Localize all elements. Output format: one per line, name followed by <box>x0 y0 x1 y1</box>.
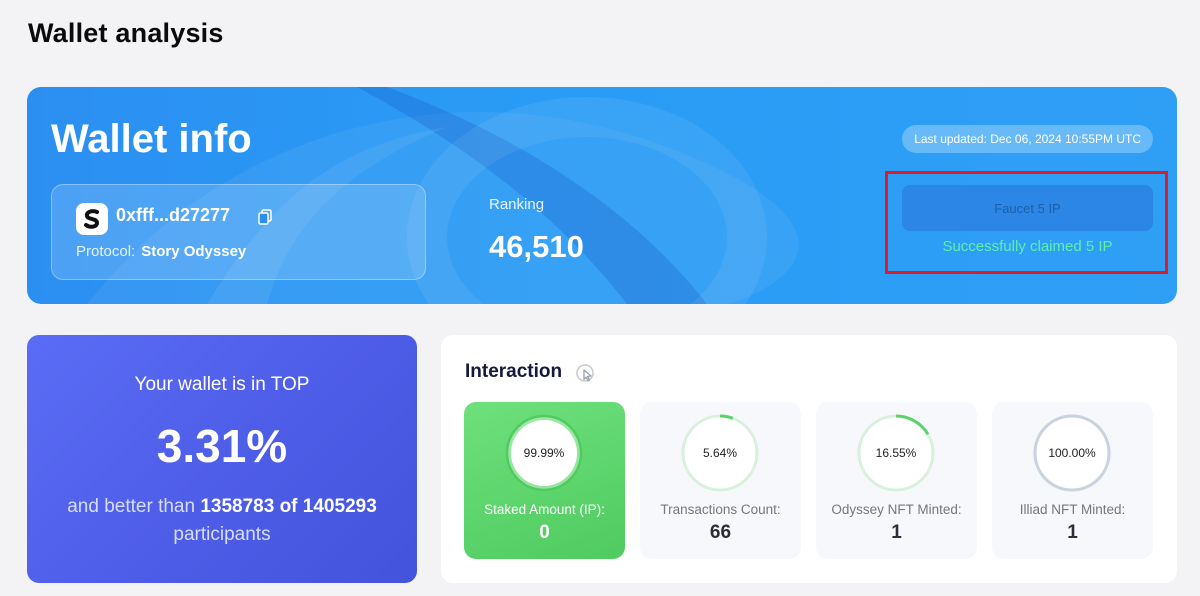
stat-transactions-count: 5.64% Transactions Count: 66 <box>640 402 801 559</box>
protocol-row: Protocol: Story Odyssey <box>76 243 246 260</box>
stat-staked-amount: 99.99% Staked Amount (IP): 0 <box>464 402 625 559</box>
stat-value: 1 <box>1067 522 1078 543</box>
interaction-panel: Interaction 99.99% Staked Amount (IP): 0… <box>441 335 1177 583</box>
stat-percent: 100.00% <box>1048 446 1096 460</box>
stat-label: Transactions Count: <box>660 502 781 517</box>
stat-percent: 99.99% <box>523 446 565 460</box>
interaction-title: Interaction <box>465 361 563 382</box>
stat-label: Staked Amount (IP): <box>484 502 605 517</box>
of-word: of <box>279 496 298 517</box>
page-title: Wallet analysis <box>28 18 224 48</box>
total-participants: 1405293 <box>302 496 377 517</box>
claim-status-message: Successfully claimed 5 IP <box>942 238 1113 255</box>
stat-value: 0 <box>539 522 550 543</box>
story-logo-icon <box>76 203 108 235</box>
cursor-click-icon <box>576 364 594 382</box>
top-percent-card: Your wallet is in TOP 3.31% and better t… <box>27 335 417 583</box>
stat-value: 66 <box>709 522 732 543</box>
top-description: and better than 1358783 of 1405293 parti… <box>47 493 397 549</box>
protocol-value: Story Odyssey <box>141 243 247 260</box>
ranking-value: 46,510 <box>489 229 584 264</box>
stat-illiad-nft-minted: 100.00% Illiad NFT Minted: 1 <box>992 402 1153 559</box>
last-updated-badge: Last updated: Dec 06, 2024 10:55PM UTC <box>902 125 1153 153</box>
address-card: 0xfff...d27277 Protocol: Story Odyssey <box>51 184 426 280</box>
stat-odyssey-nft-minted: 16.55% Odyssey NFT Minted: 1 <box>816 402 977 559</box>
stat-label: Odyssey NFT Minted: <box>831 502 962 517</box>
ranking-label: Ranking <box>489 196 545 213</box>
desc-suffix: participants <box>173 524 271 545</box>
stat-value: 1 <box>891 522 902 543</box>
stat-percent: 5.64% <box>702 446 738 460</box>
top-percent-value: 3.31% <box>156 420 288 472</box>
desc-prefix: and better than <box>67 496 196 517</box>
copy-icon[interactable] <box>258 209 272 225</box>
wallet-address: 0xfff...d27277 <box>116 205 231 225</box>
protocol-label: Protocol: <box>76 243 136 260</box>
faucet-button[interactable]: Faucet 5 IP <box>902 185 1153 231</box>
wallet-info-title: Wallet info <box>51 117 252 161</box>
stat-percent: 16.55% <box>875 446 917 460</box>
stat-label: Illiad NFT Minted: <box>1019 502 1126 517</box>
top-label: Your wallet is in TOP <box>134 374 310 395</box>
better-count: 1358783 <box>200 496 275 517</box>
